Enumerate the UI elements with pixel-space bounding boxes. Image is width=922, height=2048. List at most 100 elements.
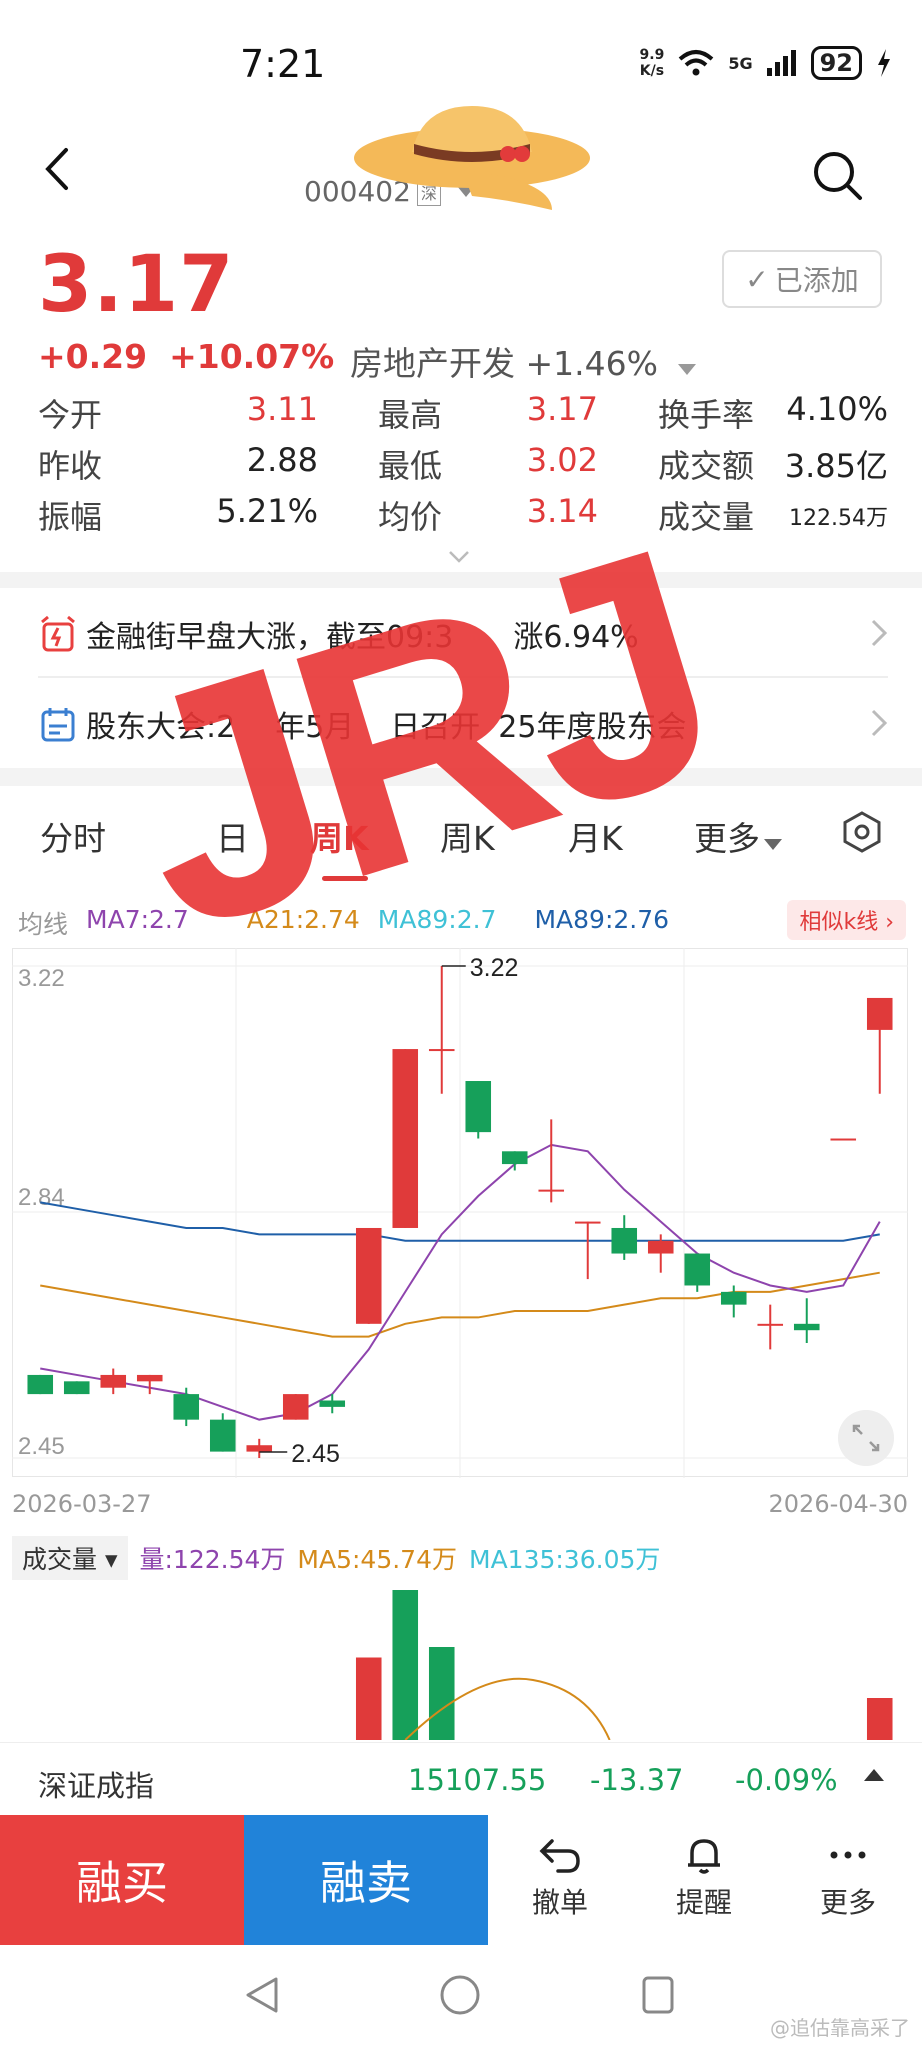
candle-body	[100, 1374, 127, 1388]
change-amount: +0.29	[38, 337, 148, 376]
sector-name: 房地产开发	[350, 344, 515, 383]
sector-change: +1.46%	[525, 344, 658, 383]
quote-details: 今开 3.11 最高 3.17 换手率 4.10% 昨收 2.88 最低 3.0…	[38, 390, 888, 543]
candle-body	[538, 1189, 565, 1192]
value-volume: 122.54万	[789, 506, 888, 531]
chevron-down-icon	[678, 364, 697, 375]
value-turnover: 4.10%	[786, 390, 888, 428]
bell-icon	[688, 1839, 720, 1874]
ma-label[interactable]: 均线	[18, 905, 68, 941]
candle-body	[465, 1081, 492, 1133]
candle-body	[282, 1394, 309, 1420]
label-volume: 成交量	[658, 498, 755, 536]
quote-row: 今开 3.11 最高 3.17 换手率 4.10%	[38, 390, 888, 441]
candle-body	[319, 1400, 346, 1407]
chart-start-date: 2026-03-27	[12, 1490, 152, 1518]
trade-bar: 融买 融卖 撤单 提醒 更多	[0, 1815, 922, 1945]
min-price-label: 2.45	[291, 1440, 340, 1468]
max-price-label: 3.22	[470, 954, 519, 982]
margin-buy-button[interactable]: 融买	[0, 1815, 244, 1945]
y-tick-label: 2.45	[18, 1433, 65, 1460]
volume-ma135: MA135:36.05万	[469, 1545, 661, 1574]
volume-chart[interactable]	[12, 1580, 908, 1740]
label-high: 最高	[378, 396, 443, 434]
label-open: 今开	[38, 396, 103, 434]
chevron-right-icon	[871, 619, 888, 647]
label-avg-price: 均价	[378, 498, 443, 536]
volume-legend: 成交量 ▾ 量:122.54万 MA5:45.74万 MA135:36.05万	[12, 1536, 898, 1580]
tab-intraday[interactable]: 分时	[40, 812, 106, 860]
candle-body	[355, 1227, 382, 1324]
candle-body	[574, 1221, 601, 1224]
status-time: 7:21	[240, 42, 326, 86]
kline-chart[interactable]: 3.22 2.84 2.45 3.22 2.45	[12, 948, 908, 1478]
search-icon[interactable]	[810, 148, 866, 204]
quote-row: 昨收 2.88 最低 3.02 成交额 3.85亿	[38, 441, 888, 492]
candle-body	[866, 997, 893, 1030]
label-amplitude: 振幅	[38, 498, 103, 536]
nav-home-icon[interactable]	[438, 1973, 482, 2017]
volume-bar	[355, 1657, 382, 1740]
volume-ma5: MA5:45.74万	[297, 1545, 457, 1574]
wifi-icon	[679, 50, 714, 76]
expand-up-icon[interactable]	[864, 1769, 884, 1781]
value-open: 3.11	[246, 390, 318, 428]
candle-body	[27, 1374, 54, 1395]
nav-back-icon[interactable]	[240, 1973, 284, 2017]
value-high: 3.17	[526, 390, 598, 428]
volume-value: 量:122.54万	[139, 1545, 286, 1574]
chevron-right-icon	[871, 709, 888, 737]
corner-watermark: @追估靠高采了	[770, 2016, 910, 2040]
candle-body	[647, 1240, 674, 1254]
ma89-value-b: MA89:2.76	[534, 905, 670, 934]
candle-body	[757, 1323, 784, 1326]
index-ticker[interactable]: 深证成指 15107.55 -13.37 -0.09%	[0, 1742, 922, 1814]
straw-hat-sticker	[354, 106, 590, 210]
network-type: 5G	[728, 53, 753, 73]
candle-body	[63, 1381, 90, 1395]
network-speed: 9.9 K/s	[639, 47, 665, 79]
watchlist-label: 已添加	[774, 264, 859, 297]
candle-body	[392, 1049, 419, 1228]
calendar-icon	[41, 708, 75, 742]
back-arrow-icon[interactable]	[38, 144, 78, 194]
more-button[interactable]: 更多	[776, 1815, 920, 1945]
index-change: -13.37	[590, 1763, 684, 1797]
volume-bar	[392, 1590, 419, 1740]
price-change: +0.29 +10.07%	[38, 337, 356, 376]
volume-indicator-selector[interactable]: 成交量 ▾	[12, 1536, 128, 1580]
charging-icon	[878, 49, 890, 77]
value-prev-close: 2.88	[246, 441, 318, 479]
similar-kline-button[interactable]: 相似k线 ›	[787, 900, 906, 940]
alert-button[interactable]: 提醒	[632, 1815, 776, 1945]
check-icon: ✓	[745, 262, 769, 296]
candle-body	[611, 1227, 638, 1254]
alarm-icon	[41, 615, 75, 652]
watchlist-added-button[interactable]: ✓ 已添加	[722, 250, 882, 308]
label-turnover: 换手率	[658, 396, 755, 434]
settings-hexagon-icon[interactable]	[840, 810, 884, 854]
nav-recents-icon[interactable]	[636, 1973, 680, 2017]
candle-body	[720, 1291, 747, 1305]
candle-body	[173, 1394, 200, 1420]
chevron-down-icon	[764, 839, 782, 850]
undo-arrow-icon	[539, 1839, 580, 1873]
cancel-order-button[interactable]: 撤单	[488, 1815, 632, 1945]
battery-level: 92	[810, 46, 862, 80]
sector-info[interactable]: 房地产开发 +1.46%	[350, 337, 697, 385]
value-amplitude: 5.21%	[216, 492, 318, 530]
index-value: 15107.55	[408, 1763, 547, 1797]
value-amount: 3.85亿	[784, 447, 888, 485]
index-name: 深证成指	[38, 1769, 155, 1803]
fullscreen-icon[interactable]	[838, 1410, 894, 1466]
more-dots-icon	[830, 1851, 866, 1859]
y-tick-label: 3.22	[18, 965, 65, 992]
volume-bar	[866, 1698, 893, 1740]
label-amount: 成交额	[658, 447, 755, 485]
signal-icon	[766, 50, 796, 76]
margin-sell-button[interactable]: 融卖	[244, 1815, 488, 1945]
label-prev-close: 昨收	[38, 447, 103, 485]
candle-body	[793, 1323, 820, 1331]
candle-body	[246, 1445, 273, 1452]
current-price: 3.17	[38, 240, 235, 330]
